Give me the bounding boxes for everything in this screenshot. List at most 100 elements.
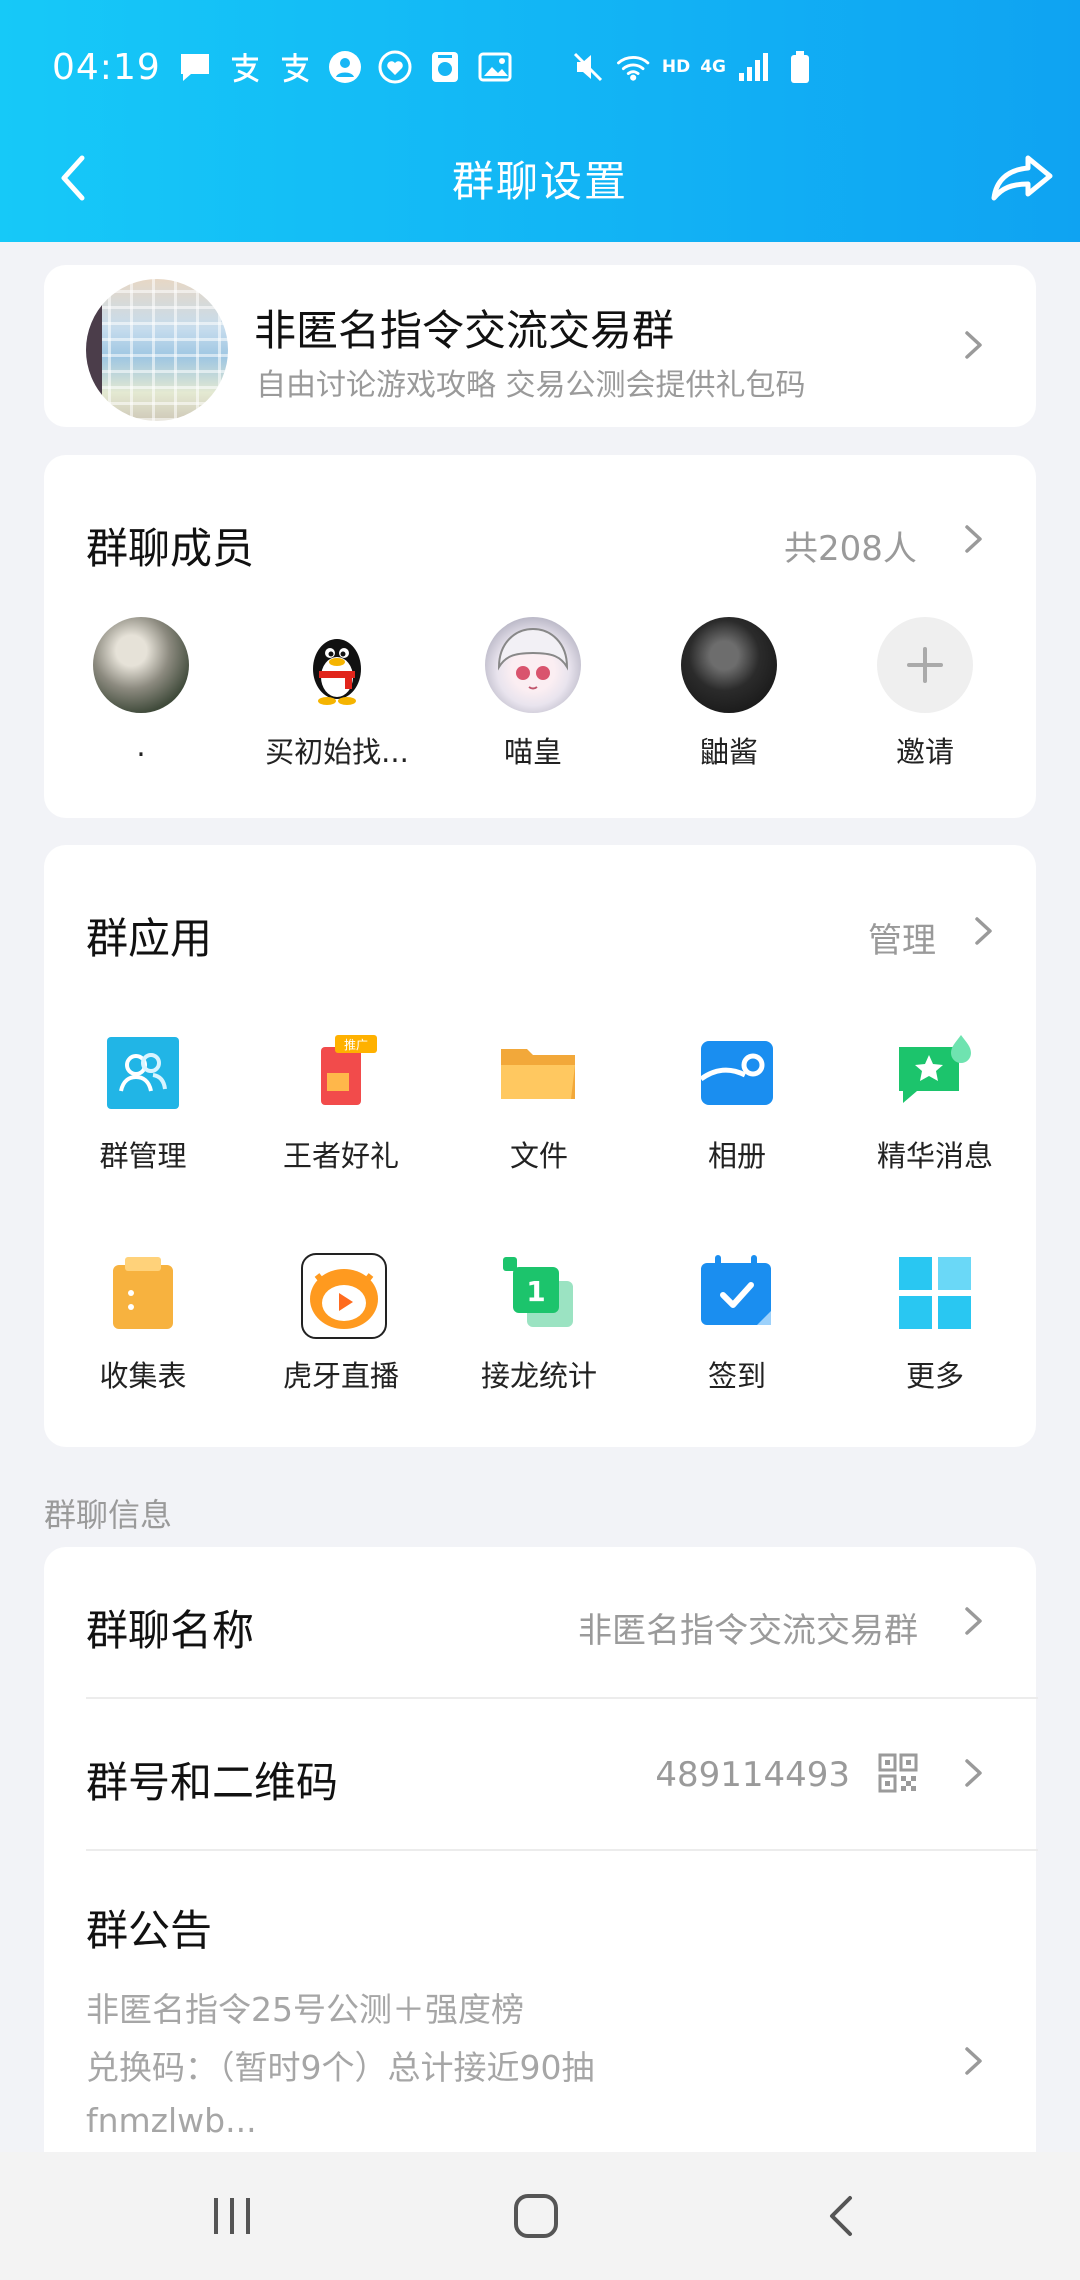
mute-icon	[570, 49, 606, 85]
avatar	[681, 617, 777, 713]
essence-message-icon	[895, 1033, 975, 1113]
navigation-bar: 群聊设置	[0, 130, 1080, 226]
app-label: 虎牙直播	[282, 1359, 399, 1393]
group-avatar	[86, 279, 228, 421]
avatar	[93, 617, 189, 713]
app-label: 更多	[905, 1359, 964, 1393]
member-name: .	[136, 729, 146, 763]
group-name-title: 群聊名称	[86, 1606, 255, 1655]
app-king-gift[interactable]: 推广 王者好礼	[242, 1033, 440, 1175]
app-files[interactable]: 文件	[440, 1033, 638, 1175]
app-collection-form[interactable]: 收集表	[44, 1253, 242, 1395]
apps-title: 群应用	[86, 914, 213, 963]
app-label: 文件	[509, 1139, 568, 1173]
invite-label: 邀请	[895, 735, 954, 769]
member-name: 买初始找...	[265, 735, 409, 769]
camera-icon	[427, 49, 463, 85]
qq-penguin-avatar	[289, 617, 385, 713]
group-apps-card: 群应用 管理 群管理 推广 王者好礼 文件 相册 精华消息 收集表 虎牙直播 1…	[44, 845, 1036, 1447]
member-item[interactable]: .	[46, 617, 236, 763]
gift-icon: 推广	[301, 1033, 381, 1113]
checkin-calendar-icon	[697, 1253, 777, 1333]
group-number-value: 489114493	[655, 1755, 850, 1795]
manage-apps-link[interactable]: 管理	[868, 913, 936, 962]
notice-line: 兑换码：（暂时9个）总计接近90抽	[86, 2048, 595, 2087]
clipboard-icon	[103, 1253, 183, 1333]
system-status-icons: HD 4G	[570, 49, 818, 85]
members-list: . 买初始找... 喵皇 鼬酱 邀请	[44, 617, 1036, 777]
app-huya-live[interactable]: 虎牙直播	[242, 1253, 440, 1395]
chain-count-icon: 1	[499, 1253, 579, 1333]
qr-code-icon[interactable]	[878, 1753, 918, 1793]
member-count[interactable]: 共208人	[784, 521, 917, 570]
app-group-manage[interactable]: 群管理	[44, 1033, 242, 1175]
group-manage-icon	[103, 1033, 183, 1113]
chevron-right-icon	[962, 1753, 986, 1793]
chevron-right-icon	[962, 2041, 986, 2081]
home-button[interactable]	[510, 2190, 562, 2242]
network-type-label: 4G	[700, 57, 726, 77]
album-icon	[697, 1033, 777, 1113]
member-item[interactable]: 买初始找...	[242, 617, 432, 771]
heart-icon	[377, 49, 413, 85]
battery-icon	[782, 49, 818, 85]
system-navigation-bar	[0, 2152, 1080, 2280]
app-label: 签到	[707, 1359, 766, 1393]
more-grid-icon	[895, 1253, 975, 1333]
group-name-value: 非匿名指令交流交易群	[578, 1611, 918, 1651]
app-check-in[interactable]: 签到	[638, 1253, 836, 1395]
group-notice-title: 群公告	[86, 1906, 213, 1955]
group-profile-card[interactable]: 非匿名指令交流交易群 自由讨论游戏攻略 交易公测会提供礼包码	[44, 265, 1036, 427]
alipay-icon	[227, 49, 263, 85]
members-title: 群聊成员	[86, 524, 255, 573]
app-label: 群管理	[99, 1139, 187, 1173]
group-number-title: 群号和二维码	[86, 1758, 339, 1807]
back-button[interactable]	[822, 2190, 862, 2242]
message-icon	[177, 49, 213, 85]
app-label: 收集表	[99, 1359, 187, 1393]
member-name: 喵皇	[503, 735, 562, 769]
group-name: 非匿名指令交流交易群	[254, 306, 675, 355]
folder-icon	[499, 1033, 579, 1113]
share-icon[interactable]	[988, 146, 1056, 210]
group-number-row[interactable]: 群号和二维码 489114493	[44, 1699, 1036, 1849]
status-time: 04:19	[52, 46, 161, 88]
app-badge: 推广	[344, 1038, 368, 1052]
status-bar: 04:19 HD 4G	[0, 36, 1080, 98]
header-bar: 04:19 HD 4G 群聊设置	[0, 0, 1080, 242]
app-album[interactable]: 相册	[638, 1033, 836, 1175]
app-chain-statistics[interactable]: 1 接龙统计	[440, 1253, 638, 1395]
app-label: 相册	[707, 1139, 766, 1173]
invite-member-button[interactable]: 邀请	[830, 617, 1020, 771]
notice-line: 非匿名指令25号公测＋强度榜	[86, 1990, 524, 2029]
recent-apps-button[interactable]	[210, 2190, 256, 2242]
notification-icons	[177, 49, 513, 85]
back-arrow-icon[interactable]	[50, 148, 110, 208]
plus-icon	[877, 617, 973, 713]
member-item[interactable]: 喵皇	[438, 617, 628, 771]
group-name-row[interactable]: 群聊名称 非匿名指令交流交易群	[44, 1547, 1036, 1697]
notice-line: fnmzlwb...	[86, 2101, 257, 2140]
section-label-group-info: 群聊信息	[44, 1496, 173, 1534]
app-essence-messages[interactable]: 精华消息	[836, 1033, 1034, 1175]
member-item[interactable]: 鼬酱	[634, 617, 824, 771]
avatar	[485, 617, 581, 713]
group-description: 自由讨论游戏攻略 交易公测会提供礼包码	[256, 368, 806, 403]
app-label: 王者好礼	[282, 1139, 399, 1173]
members-card: 群聊成员 共208人 . 买初始找... 喵皇 鼬酱 邀请	[44, 455, 1036, 818]
chevron-right-icon[interactable]	[962, 519, 986, 559]
image-icon	[477, 49, 513, 85]
app-label: 接龙统计	[480, 1359, 597, 1393]
alipay-icon	[277, 49, 313, 85]
app-more[interactable]: 更多	[836, 1253, 1034, 1395]
member-name: 鼬酱	[699, 735, 758, 769]
hd-label: HD	[661, 57, 691, 77]
huya-icon	[301, 1253, 387, 1339]
chevron-right-icon[interactable]	[972, 911, 996, 951]
page-title: 群聊设置	[451, 156, 628, 206]
person-icon	[327, 49, 363, 85]
svg-text:1: 1	[526, 1275, 545, 1308]
app-label: 精华消息	[876, 1139, 993, 1173]
chevron-right-icon	[962, 325, 986, 365]
wifi-icon	[616, 49, 652, 85]
